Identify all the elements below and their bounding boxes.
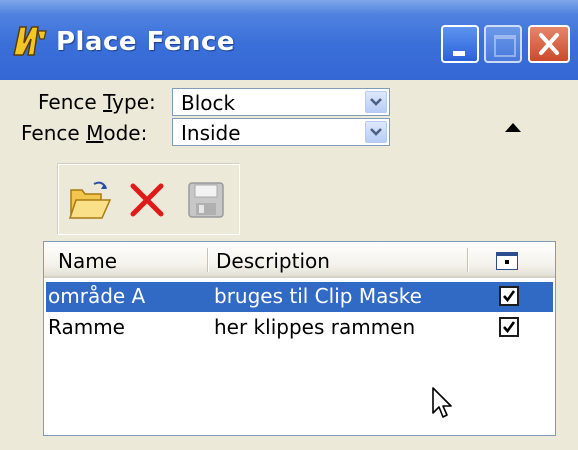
chevron-down-icon (370, 128, 382, 136)
column-separator[interactable] (207, 248, 208, 272)
close-button[interactable] (528, 25, 570, 63)
fence-type-label-pre: Fence (38, 90, 104, 114)
fence-mode-label-accel: M (86, 121, 104, 145)
display-checkbox[interactable] (499, 317, 519, 337)
fence-name: Ramme (48, 315, 125, 339)
window-title: Place Fence (56, 27, 236, 57)
column-header-name[interactable]: Name (58, 249, 117, 273)
close-icon (539, 33, 559, 55)
fence-name: område A (48, 284, 146, 308)
column-separator[interactable] (467, 248, 468, 272)
fence-toolbar (57, 163, 240, 235)
list-header: Name Description (44, 242, 555, 278)
column-header-description[interactable]: Description (216, 249, 330, 273)
fence-type-value: Block (181, 91, 236, 115)
fence-mode-label: Fence Mode: (21, 121, 147, 145)
fence-list[interactable]: Name Description område A bruges til Cli… (43, 241, 556, 436)
fence-mode-label-pre: Fence (21, 121, 87, 145)
microstation-icon (13, 26, 47, 56)
fence-type-label-post: ype: (112, 90, 156, 114)
fence-type-label-accel: T (103, 90, 113, 114)
fence-mode-dropdown[interactable]: Inside (172, 118, 390, 146)
open-folder-icon[interactable] (68, 178, 112, 222)
place-fence-dialog: Place Fence Fence Type: Block Fence Mode… (0, 0, 578, 450)
list-item[interactable]: område A bruges til Clip Maske (46, 282, 553, 312)
fence-mode-value: Inside (181, 121, 241, 145)
fence-mode-dropdown-button[interactable] (365, 121, 387, 143)
list-item[interactable]: Ramme her klippes rammen (46, 313, 553, 343)
collapse-arrow-icon[interactable] (505, 123, 521, 132)
chevron-down-icon (370, 98, 382, 106)
minimize-button[interactable] (441, 25, 479, 63)
fence-mode-label-post: ode: (103, 121, 148, 145)
minimize-icon (453, 51, 465, 56)
save-icon[interactable] (184, 178, 228, 222)
title-bar[interactable]: Place Fence (0, 0, 578, 80)
checkmark-icon (503, 321, 516, 334)
maximize-button[interactable] (484, 25, 522, 63)
mouse-pointer-icon (432, 387, 452, 418)
display-toggle-icon[interactable] (496, 252, 518, 270)
fence-description: bruges til Clip Maske (214, 284, 422, 308)
delete-icon[interactable] (125, 178, 169, 222)
checkmark-icon (503, 290, 516, 303)
display-checkbox[interactable] (499, 286, 519, 306)
fence-description: her klippes rammen (214, 315, 416, 339)
fence-type-label: Fence Type: (38, 90, 156, 114)
fence-type-dropdown-button[interactable] (365, 91, 387, 113)
fence-type-dropdown[interactable]: Block (172, 88, 390, 116)
maximize-icon (494, 35, 516, 57)
